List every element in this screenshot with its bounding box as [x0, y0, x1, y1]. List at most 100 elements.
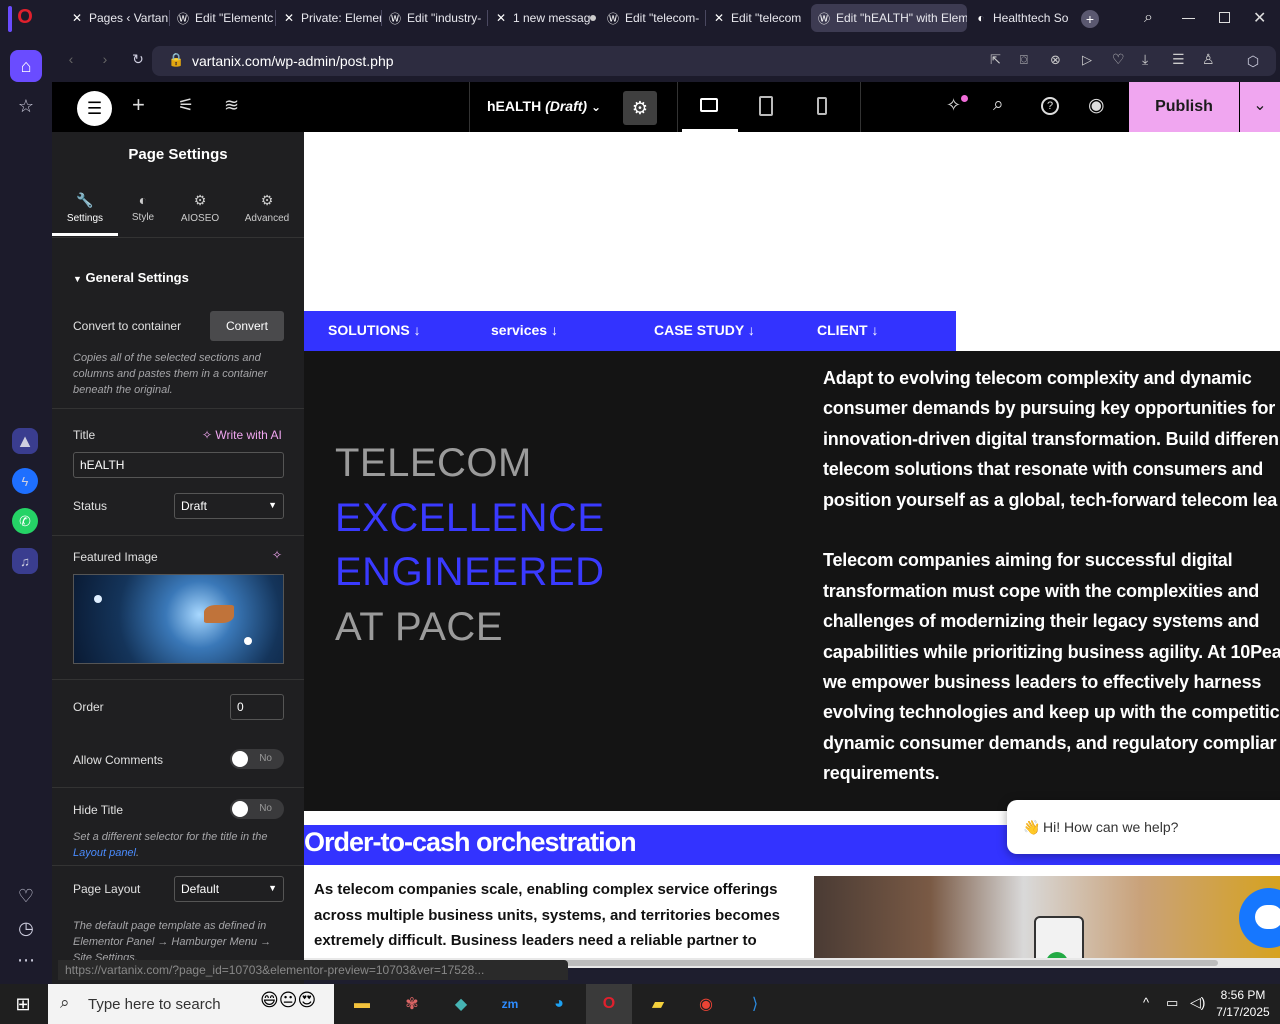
tab-title: Edit "industry- — [407, 11, 482, 25]
add-element-icon[interactable]: + — [132, 92, 145, 118]
new-tab-button[interactable]: + — [1081, 10, 1099, 28]
reload-icon[interactable]: ↻ — [127, 48, 149, 70]
app-icon[interactable]: ◆ — [446, 990, 476, 1018]
nav-item-solutions[interactable]: SOLUTIONS ↓ — [328, 322, 421, 338]
taskbar-search-box[interactable]: ⌕ Type here to search 😄😐😍 — [48, 984, 334, 1024]
notifications-icon[interactable]: ✧ — [946, 95, 961, 116]
zoom-icon[interactable]: zm — [495, 990, 525, 1018]
hero-paragraph: Adapt to evolving telecom complexity and… — [823, 368, 1280, 784]
vscode-icon[interactable]: ⟩ — [740, 990, 770, 1018]
elementor-logo-icon[interactable]: ☰ — [77, 91, 112, 126]
windows-start-icon[interactable]: ⊞ — [8, 990, 38, 1018]
music-icon[interactable]: ♫ — [12, 548, 38, 574]
aioseo-icon: ⚙ — [193, 192, 207, 208]
page-settings-gear-icon[interactable]: ⚙ — [623, 91, 657, 125]
close-window-icon[interactable]: ✕ — [1253, 8, 1266, 28]
sticky-notes-icon[interactable]: ▰ — [643, 990, 673, 1018]
tab-aioseo[interactable]: ⚙ AIOSEO — [174, 192, 226, 224]
tab-settings[interactable]: 🔧 Settings — [52, 192, 118, 224]
camera-icon[interactable]: ⌼ — [1020, 52, 1028, 68]
featured-image-thumbnail[interactable] — [73, 574, 284, 664]
status-select[interactable]: Draft ▼ — [174, 493, 284, 519]
network-icon[interactable]: ▭ — [1166, 995, 1178, 1011]
home-icon[interactable]: ⌂ — [10, 50, 42, 82]
browser-tab-bar: O ✕ Pages ‹ Vartan Ⓦ Edit "Elementc ✕ Priva… — [0, 0, 1280, 38]
aria-icon[interactable]: ▲ — [12, 428, 38, 454]
arrow-down-icon: ↓ — [747, 322, 755, 338]
edge-icon[interactable]: ◕ — [544, 990, 574, 1018]
browser-tab-3[interactable]: Ⓦ Edit "industry- — [382, 4, 488, 32]
mobile-icon[interactable] — [817, 97, 827, 115]
chrome-icon[interactable]: ◉ — [691, 990, 721, 1018]
heart-icon[interactable]: ♡ — [10, 880, 42, 912]
file-explorer-icon[interactable]: ▬ — [347, 990, 377, 1018]
section-toggle[interactable]: ▼ General Settings — [73, 270, 189, 285]
chevron-down-icon: ⌄ — [590, 100, 602, 114]
messenger-icon[interactable]: ϟ — [12, 468, 38, 494]
history-icon[interactable]: ◷ — [10, 912, 42, 944]
browser-tab-1[interactable]: Ⓦ Edit "Elementc — [170, 4, 276, 32]
allow-comments-toggle[interactable]: No — [230, 749, 284, 769]
ai-sparkle-icon[interactable]: ✧ — [272, 548, 282, 562]
easy-setup-icon[interactable]: ☰ — [1172, 51, 1185, 68]
tab-advanced[interactable]: ⚙ Advanced — [238, 192, 296, 224]
profile-icon[interactable]: ♙ — [1202, 51, 1215, 68]
opera-menu-icon[interactable]: O — [14, 6, 36, 32]
nav-item-case-study[interactable]: CASE STUDY ↓ — [654, 322, 755, 338]
structure-icon[interactable]: ≋ — [224, 95, 239, 116]
restore-icon[interactable] — [1219, 12, 1230, 23]
app-icon[interactable]: ✾ — [397, 990, 427, 1018]
star-icon[interactable]: ☆ — [10, 90, 42, 122]
page-layout-select[interactable]: Default ▼ — [174, 876, 284, 902]
extensions-icon[interactable]: ⬡ — [1242, 50, 1264, 72]
search-icon[interactable]: ⌕ — [993, 94, 1004, 116]
tab-title: 1 new messag — [513, 11, 591, 25]
document-title[interactable]: hEALTH (Draft) ⌄ — [487, 98, 601, 114]
tab-label: Style — [131, 212, 155, 223]
whatsapp-icon[interactable]: ✆ — [12, 508, 38, 534]
back-icon[interactable]: ‹ — [60, 48, 82, 70]
convert-button[interactable]: Convert — [210, 311, 284, 341]
browser-tab-8[interactable]: ◐ Healthtech So — [968, 4, 1074, 32]
help-icon[interactable]: ? — [1041, 97, 1059, 115]
order-input[interactable]: 0 — [230, 694, 284, 720]
adblock-icon[interactable]: ⊗ — [1050, 52, 1061, 68]
browser-tab-6[interactable]: ✕ Edit "telecom — [706, 4, 810, 32]
publish-button[interactable]: Publish — [1129, 82, 1239, 132]
layout-panel-link[interactable]: Layout panel — [73, 847, 136, 859]
share-icon[interactable]: ⇱ — [990, 52, 1001, 68]
forward-icon[interactable]: › — [94, 48, 116, 70]
minimize-icon[interactable] — [1182, 18, 1195, 19]
chat-greeting-bubble[interactable]: 👋 Hi! How can we help? — [1007, 800, 1280, 854]
tab-style[interactable]: ◐ Style — [118, 192, 168, 223]
site-settings-icon[interactable]: ⚟ — [178, 95, 194, 116]
tab-search-icon[interactable]: ⌕ — [1144, 9, 1153, 27]
publish-options-chevron-icon[interactable]: ⌄ — [1240, 82, 1280, 132]
nav-item-services[interactable]: services ↓ — [491, 322, 558, 338]
tablet-icon[interactable] — [759, 96, 773, 116]
desktop-icon[interactable] — [700, 98, 718, 112]
browser-tab-0[interactable]: ✕ Pages ‹ Vartan — [64, 4, 170, 32]
url-field[interactable]: 🔒 vartanix.com/wp-admin/post.php ⇱ ⌼ ⊗ ▷… — [152, 46, 1276, 76]
browser-tab-4[interactable]: ✕ 1 new messag — [488, 4, 598, 32]
browser-tab-5[interactable]: Ⓦ Edit "telecom- — [600, 4, 706, 32]
hide-title-toggle[interactable]: No — [230, 799, 284, 819]
browser-tab-2[interactable]: ✕ Private: Elemen — [276, 4, 382, 32]
send-icon[interactable]: ▷ — [1082, 52, 1092, 68]
contrast-icon: ◐ — [138, 192, 148, 208]
featured-image-figure — [204, 605, 234, 623]
browser-tab-7-active[interactable]: Ⓦ Edit "hEALTH" with Elem — [811, 4, 967, 32]
nav-item-client[interactable]: CLIENT ↓ — [817, 322, 878, 338]
write-with-ai-button[interactable]: ✧ Write with AI — [202, 428, 282, 442]
chevron-up-icon[interactable]: ^ — [1143, 995, 1149, 1010]
lock-icon: 🔒 — [168, 52, 185, 67]
volume-icon[interactable]: ◁) — [1190, 994, 1205, 1011]
convert-hint: Copies all of the selected sections and … — [73, 352, 268, 396]
preview-eye-icon[interactable]: ◉ — [1088, 94, 1105, 117]
favorite-icon[interactable]: ♡ — [1112, 51, 1125, 68]
more-icon[interactable]: ⋯ — [10, 944, 42, 976]
opera-taskbar-icon[interactable]: O — [594, 990, 624, 1018]
title-input[interactable]: hEALTH — [73, 452, 284, 478]
clock[interactable]: 8:56 PM 7/17/2025 — [1212, 988, 1274, 1019]
download-icon[interactable]: ⤓ — [1142, 51, 1148, 68]
